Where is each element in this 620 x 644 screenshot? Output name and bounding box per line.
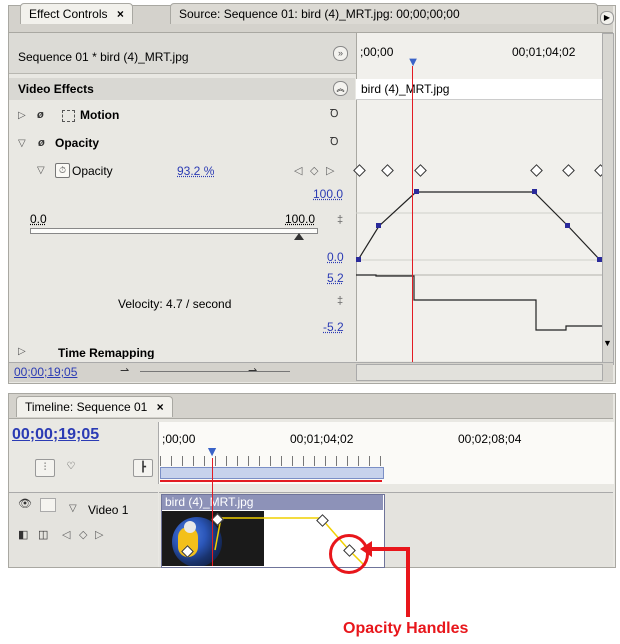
sequence-label: Sequence 01 * bird (4)_MRT.jpg — [18, 50, 189, 64]
track-prev-keyframe-icon[interactable]: ◁ — [62, 528, 70, 541]
zoom-in-icon[interactable]: ⇀ — [248, 364, 257, 377]
work-area-end-bar — [160, 480, 382, 482]
zoom-slider[interactable] — [140, 371, 290, 372]
next-keyframe-icon[interactable]: ▷ — [326, 164, 334, 177]
expand-motion-icon[interactable]: ▷ — [18, 110, 26, 121]
collapse-opacity-icon[interactable]: ▽ — [18, 138, 26, 149]
eye-icon[interactable]: 👁 — [18, 497, 32, 510]
ruler-label: 00;02;08;04 — [458, 432, 522, 446]
graph-scale-icon: ‡ — [337, 214, 344, 226]
opacity-param-label: Opacity — [72, 164, 113, 178]
timeline-playhead-line — [212, 458, 213, 566]
prev-keyframe-icon[interactable]: ◁ — [294, 164, 302, 177]
opacity-value-line — [357, 191, 601, 261]
track-next-keyframe-icon[interactable]: ▷ — [95, 528, 103, 541]
velocity-bottom-label: -5.2 — [323, 320, 344, 334]
snap-button[interactable]: ⫶ — [35, 459, 55, 477]
fx-toggle-icon[interactable]: ø — [37, 109, 44, 121]
opacity-value[interactable]: 93.2 % — [177, 164, 214, 178]
track-add-keyframe-icon[interactable]: ◇ — [79, 528, 87, 541]
opacity-section-label: Opacity — [55, 136, 100, 150]
set-work-area-button[interactable]: ┣ — [133, 459, 153, 477]
effect-panel-scrollbar[interactable] — [602, 33, 614, 365]
display-style-icon[interactable]: ◧ — [18, 528, 28, 541]
opacity-keyframe-graph — [356, 189, 602, 331]
graph-point[interactable] — [532, 189, 537, 194]
timeline-timecode[interactable]: 00;00;19;05 — [12, 426, 99, 444]
velocity-text: Velocity: 4.7 / second — [118, 297, 232, 311]
lock-box[interactable] — [40, 498, 56, 512]
graph-point[interactable] — [356, 257, 361, 262]
ruler-label: 00;01;04;02 — [290, 432, 354, 446]
motion-label: Motion — [80, 108, 120, 122]
zoom-out-icon[interactable]: ⇀ — [120, 364, 129, 377]
tab-timeline[interactable]: Timeline: Sequence 01 × — [16, 396, 173, 417]
annotation-label: Opacity Handles — [343, 620, 469, 637]
collapse-track-icon[interactable]: ▽ — [69, 503, 77, 514]
show-hide-timeline-icon[interactable]: » — [333, 46, 348, 61]
graph-point[interactable] — [565, 223, 570, 228]
fx-toggle-icon[interactable]: ø — [38, 137, 45, 149]
graph-point[interactable] — [414, 189, 419, 194]
transform-icon — [62, 110, 75, 122]
track-name: Video 1 — [88, 503, 129, 517]
video-effects-label: Video Effects — [18, 82, 94, 96]
close-icon[interactable]: × — [117, 7, 124, 21]
playhead-handle[interactable]: ▼ — [405, 55, 421, 69]
collapse-up-icon[interactable]: ︽ — [333, 81, 348, 96]
tab-source-monitor[interactable]: Source: Sequence 01: bird (4)_MRT.jpg: 0… — [170, 3, 598, 24]
annotation-arrowhead — [360, 541, 372, 557]
ruler-end-label: 00;01;04;02 — [512, 45, 576, 59]
graph-max-label: 100.0 — [313, 187, 344, 201]
collapse-opacity-param-icon[interactable]: ▽ — [37, 165, 45, 176]
horizontal-scrollbar[interactable] — [356, 364, 603, 381]
tab-timeline-label: Timeline: Sequence 01 — [25, 400, 148, 414]
work-area-bar[interactable] — [160, 467, 384, 479]
reset-motion-icon[interactable]: Ꝺ — [330, 106, 339, 121]
reset-opacity-icon[interactable]: Ꝺ — [330, 134, 339, 149]
ruler-ticks — [160, 456, 382, 466]
ruler-label: ;00;00 — [162, 432, 196, 446]
playhead-line — [412, 66, 413, 362]
expand-time-remapping-icon[interactable]: ▷ — [18, 346, 26, 357]
tab-effect-controls-label: Effect Controls — [29, 7, 108, 21]
timeline-playhead-handle[interactable]: ▼ — [204, 444, 220, 458]
annotation-arrow-shaft — [406, 547, 410, 617]
time-remapping-label: Time Remapping — [58, 346, 155, 359]
slider-max-label: 100.0 — [285, 212, 316, 226]
tab-source-label: Source: Sequence 01: bird (4)_MRT.jpg: 0… — [179, 7, 460, 21]
scroll-down-icon[interactable]: ▼ — [603, 338, 612, 348]
clip-name-label: bird (4)_MRT.jpg — [361, 82, 450, 96]
velocity-line — [356, 274, 602, 331]
velocity-scale-icon: ‡ — [337, 295, 344, 307]
graph-point[interactable] — [376, 223, 381, 228]
tab-effect-controls[interactable]: Effect Controls × — [20, 3, 133, 24]
set-marker-button[interactable]: ♡ — [62, 459, 80, 475]
ruler-start-label: ;00;00 — [360, 45, 394, 59]
slider-min-label: 0.0 — [30, 212, 47, 226]
panel-menu-icon[interactable]: ▶ — [600, 11, 614, 25]
show-keyframes-icon[interactable]: ◫ — [38, 528, 48, 541]
close-icon[interactable]: × — [157, 400, 164, 414]
add-keyframe-icon[interactable]: ◇ — [310, 164, 318, 177]
graph-min-label: 0.0 — [327, 250, 344, 264]
opacity-slider-track[interactable] — [30, 228, 318, 234]
stopwatch-icon[interactable]: ⏱ — [55, 163, 70, 178]
current-time-display[interactable]: 00;00;19;05 — [14, 365, 77, 379]
opacity-slider-thumb[interactable] — [294, 233, 304, 240]
velocity-top-label: 5.2 — [327, 271, 344, 285]
